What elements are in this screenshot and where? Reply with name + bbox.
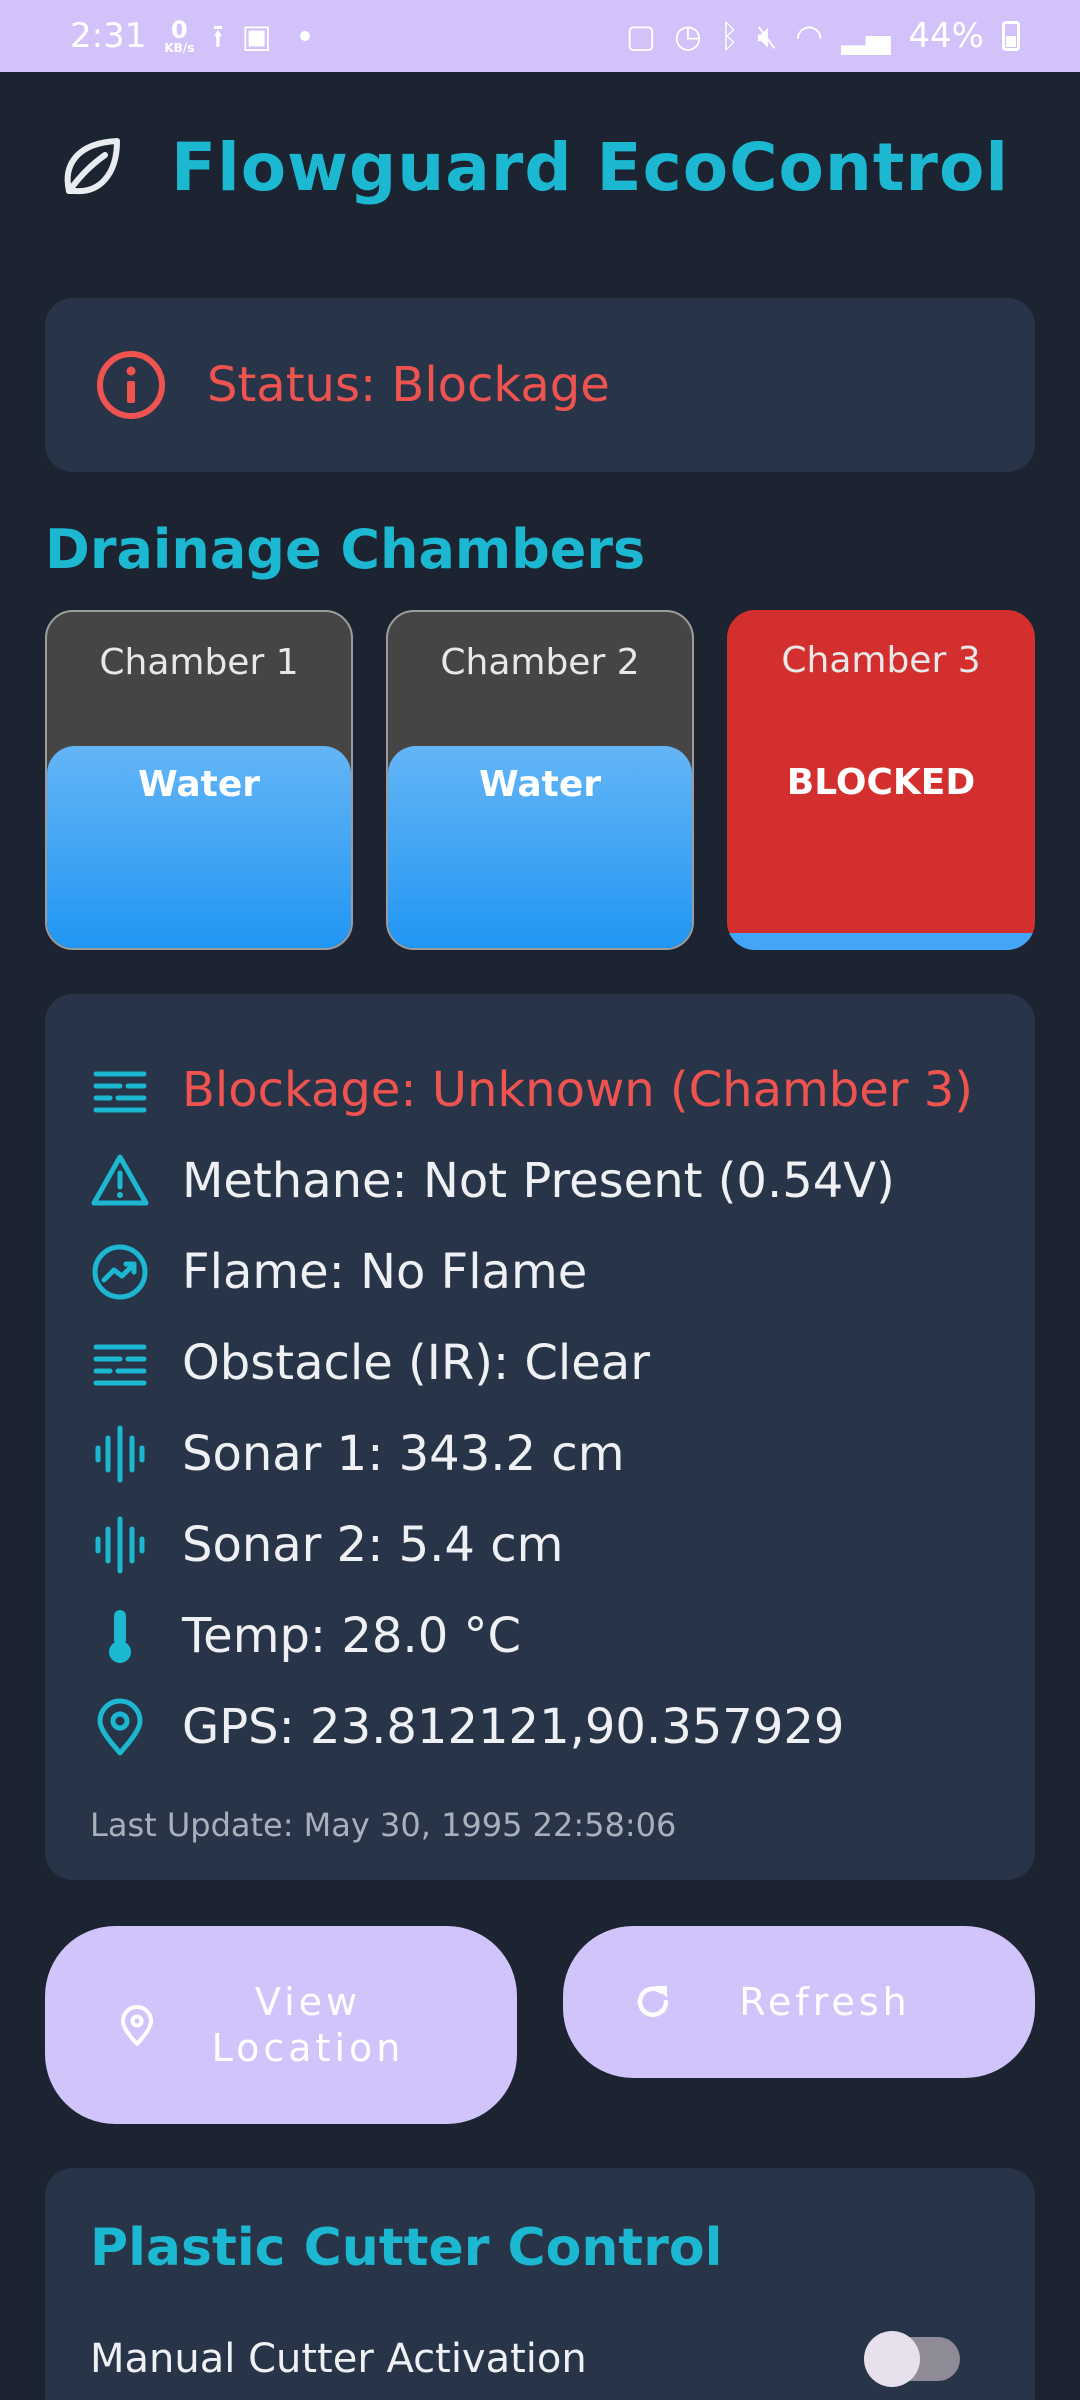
battery-percent: 44% — [908, 16, 984, 56]
trending-up-icon — [92, 1244, 148, 1299]
sensor-row-methane: Methane: Not Present (0.54V) — [90, 1135, 1035, 1226]
notification-dot-icon — [299, 31, 310, 41]
methane-reading: Methane: Not Present (0.54V) — [182, 1152, 895, 1209]
flame-reading: Flame: No Flame — [182, 1243, 588, 1300]
network-speed-value: 0 — [171, 16, 188, 44]
signal-icon: ▂▄ — [841, 17, 891, 55]
view-location-label: View Location — [211, 1980, 405, 2070]
status-bar-left: 2:31 0 KB/s ⭱ ▣ — [70, 16, 310, 56]
battery-icon — [1002, 21, 1020, 51]
system-status-bar: 2:31 0 KB/s ⭱ ▣ ▢ ◷ ᛒ 🔇︎ ◠ ▂▄ 44% — [0, 0, 1080, 72]
screen-icon: ▣ — [241, 17, 272, 55]
chamber-card-2: Chamber 2 Water — [386, 610, 694, 950]
clock: 2:31 — [70, 16, 147, 56]
alarm-icon: ◷ — [673, 17, 702, 55]
sensor-row-sonar-1: Sonar 1: 343.2 cm — [90, 1408, 1035, 1499]
water-level-fill — [727, 933, 1035, 950]
filter-lines-icon — [93, 1344, 147, 1385]
upload-icon: ⭱ — [212, 17, 224, 55]
filter-lines-icon — [93, 1071, 147, 1112]
sensor-row-sonar-2: Sonar 2: 5.4 cm — [90, 1499, 1035, 1590]
refresh-label: Refresh — [739, 1980, 911, 2024]
blockage-reading: Blockage: Unknown (Chamber 3) — [182, 1061, 973, 1118]
network-speed: 0 KB/s — [164, 18, 194, 54]
sound-wave-icon — [95, 1425, 145, 1482]
chambers-section-title: Drainage Chambers — [45, 518, 646, 581]
chamber-card-1: Chamber 1 Water — [45, 610, 353, 950]
obstacle-reading: Obstacle (IR): Clear — [182, 1334, 650, 1391]
info-icon — [97, 351, 165, 419]
bluetooth-icon: ᛒ — [719, 17, 740, 55]
chamber-name: Chamber 3 — [781, 640, 981, 681]
manual-cutter-label: Manual Cutter Activation — [90, 2336, 587, 2382]
warning-triangle-icon — [91, 1154, 149, 1205]
sound-wave-icon — [95, 1516, 145, 1573]
chamber-state: BLOCKED — [786, 762, 976, 803]
chamber-card-3: Chamber 3 BLOCKED — [727, 610, 1035, 950]
sensor-row-gps: GPS: 23.812121,90.357929 — [90, 1681, 1035, 1772]
sensor-readings-card: Blockage: Unknown (Chamber 3) Methane: N… — [45, 994, 1035, 1880]
location-pin-icon — [121, 2005, 153, 2046]
thermometer-icon — [109, 1609, 131, 1663]
status-text: Status: Blockage — [207, 357, 610, 413]
cutter-section-title: Plastic Cutter Control — [90, 2218, 723, 2278]
wifi-icon: ◠ — [795, 17, 824, 55]
sensor-row-flame: Flame: No Flame — [90, 1226, 1035, 1317]
sensor-row-blockage: Blockage: Unknown (Chamber 3) — [90, 1044, 1035, 1135]
chamber-state: Water — [478, 764, 602, 805]
app-header: Flowguard EcoControl — [55, 122, 1009, 212]
refresh-icon — [637, 1986, 669, 2017]
location-pin-icon — [97, 1698, 143, 1755]
refresh-button[interactable]: Refresh — [563, 1926, 1035, 2078]
chamber-name: Chamber 2 — [440, 642, 640, 683]
chamber-name: Chamber 1 — [99, 642, 299, 683]
sensor-row-temp: Temp: 28.0 °C — [90, 1590, 1035, 1681]
status-card: Status: Blockage — [45, 298, 1035, 472]
sensor-row-obstacle: Obstacle (IR): Clear — [90, 1317, 1035, 1408]
sonar-2-reading: Sonar 2: 5.4 cm — [182, 1516, 564, 1573]
chamber-state: Water — [137, 764, 261, 805]
leaf-icon — [64, 138, 120, 195]
manual-cutter-toggle[interactable] — [864, 2331, 960, 2387]
sonar-1-reading: Sonar 1: 343.2 cm — [182, 1425, 625, 1482]
last-update-timestamp: Last Update: May 30, 1995 22:58:06 — [90, 1806, 677, 1844]
plastic-cutter-card: Plastic Cutter Control Manual Cutter Act… — [45, 2168, 1035, 2400]
manual-cutter-row: Manual Cutter Activation — [90, 2331, 990, 2387]
toggle-knob — [864, 2331, 920, 2387]
mute-icon: 🔇︎ — [757, 17, 778, 55]
status-bar-right: ▢ ◷ ᛒ 🔇︎ ◠ ▂▄ 44% — [626, 16, 1020, 56]
network-speed-unit: KB/s — [164, 41, 195, 55]
view-location-button[interactable]: View Location — [45, 1926, 517, 2124]
battery-saver-icon: ▢ — [625, 17, 656, 55]
temperature-reading: Temp: 28.0 °C — [182, 1607, 521, 1664]
app-title: Flowguard EcoControl — [171, 128, 1009, 206]
gps-reading: GPS: 23.812121,90.357929 — [182, 1698, 845, 1755]
